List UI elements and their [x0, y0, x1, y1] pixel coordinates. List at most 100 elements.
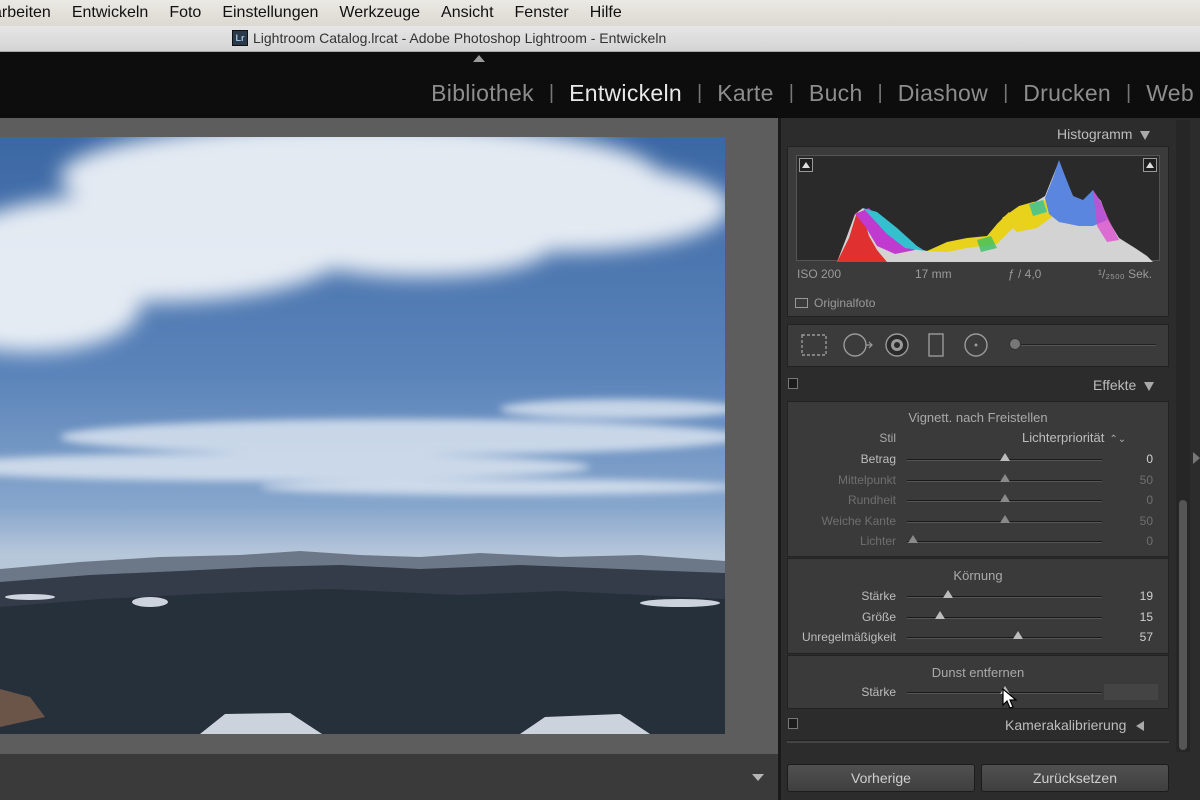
effects-header[interactable]: Effekte — [1093, 377, 1155, 393]
spot-removal-icon[interactable] — [841, 331, 875, 359]
collapse-top-panel-icon[interactable] — [473, 55, 485, 62]
menu-item-einstellungen[interactable]: Einstellungen — [222, 4, 318, 22]
slider-value[interactable]: 0 — [1110, 493, 1153, 507]
slider-thumb[interactable] — [999, 494, 1010, 502]
vignette-style-select[interactable]: Lichterpriorität ⌃⌄ — [1022, 430, 1126, 445]
panel-end-line — [787, 740, 1169, 743]
collapse-triangle-icon[interactable] — [1140, 130, 1151, 140]
exif-iso: ISO 200 — [797, 267, 842, 281]
camera-calibration-switch[interactable] — [788, 718, 798, 729]
slider-label: Stärke — [861, 685, 896, 699]
dehaze-section — [787, 655, 1169, 709]
module-web[interactable]: Web — [1146, 80, 1194, 107]
module-bibliothek[interactable]: Bibliothek — [431, 80, 534, 107]
effects-panel-switch[interactable] — [788, 378, 798, 389]
exif-focal-length: 17 mm — [915, 267, 952, 281]
crop-overlay-icon[interactable] — [800, 333, 828, 357]
slider-value[interactable]: 15 — [1110, 610, 1153, 624]
menu-item-werkzeuge[interactable]: Werkzeuge — [339, 4, 420, 22]
menu-item-bearbeiten[interactable]: arbeiten — [0, 4, 51, 22]
slider-label: Rundheit — [847, 493, 896, 507]
scrollbar-thumb[interactable] — [1179, 500, 1187, 750]
slider-value[interactable]: 0 — [1110, 534, 1153, 548]
brush-slider-knob[interactable] — [1009, 338, 1021, 350]
expand-triangle-icon[interactable] — [1136, 721, 1145, 732]
lightroom-catalog-icon: Lr — [232, 30, 248, 46]
slider-label: Mittelpunkt — [837, 472, 896, 487]
module-entwickeln[interactable]: Entwickeln — [569, 80, 682, 107]
slider-thumb[interactable] — [999, 473, 1010, 482]
select-updown-icon: ⌃⌄ — [1109, 434, 1127, 445]
panel-edge — [778, 118, 781, 800]
slider-label: Größe — [861, 609, 896, 624]
slider-thumb[interactable] — [1013, 631, 1024, 639]
module-separator: | — [1003, 82, 1009, 104]
red-eye-icon[interactable] — [883, 331, 911, 359]
slider-label: Betrag — [860, 452, 896, 466]
toolbar-menu-chevron-down-icon[interactable] — [752, 774, 764, 781]
slider-track[interactable] — [907, 637, 1102, 639]
slider-value[interactable]: 57 — [1110, 630, 1153, 644]
vignette-style-value: Lichterpriorität — [1022, 430, 1105, 445]
window-title: Lightroom Catalog.lrcat - Adobe Photosho… — [253, 30, 667, 46]
previous-button[interactable]: Vorherige — [787, 764, 975, 792]
original-photo-label: Originalfoto — [814, 296, 876, 310]
brush-size-slider[interactable] — [1010, 344, 1156, 346]
camera-calibration-header[interactable]: Kamerakalibrierung — [1005, 717, 1145, 733]
slider-label: Weiche Kante — [821, 513, 897, 528]
collapse-triangle-icon[interactable] — [1144, 381, 1155, 391]
vignette-title: Vignett. nach Freistellen — [908, 410, 1048, 425]
collapse-right-panel-icon[interactable] — [1193, 452, 1200, 464]
module-separator: | — [1126, 82, 1132, 104]
menu-item-foto[interactable]: Foto — [169, 4, 201, 22]
highlight-clipping-toggle-icon[interactable] — [1143, 158, 1157, 172]
original-photo-checkbox-icon[interactable] — [795, 298, 808, 308]
slider-thumb[interactable] — [942, 590, 953, 598]
landscape-photo — [0, 137, 725, 734]
grain-title: Körnung — [953, 568, 1003, 583]
radial-filter-icon[interactable] — [962, 331, 990, 359]
module-separator: | — [877, 82, 883, 104]
slider-thumb[interactable] — [907, 535, 918, 543]
module-picker: Bibliothek | Entwickeln | Karte | Buch |… — [0, 52, 1200, 118]
histogram-header[interactable]: Histogramm — [1057, 126, 1151, 142]
slider-label: Lichter — [859, 534, 896, 548]
shadow-clipping-toggle-icon[interactable] — [799, 158, 813, 172]
histogram-graph — [837, 160, 1153, 262]
slider-label: Stärke — [861, 589, 896, 603]
slider-value[interactable]: 0 — [1110, 452, 1153, 466]
lightroom-window: arbeiten Entwickeln Foto Einstellungen W… — [0, 0, 1200, 800]
slider-track[interactable] — [907, 596, 1102, 598]
original-photo-toggle[interactable]: Originalfoto — [795, 296, 875, 310]
exif-aperture: ƒ / 4,0 — [1008, 267, 1042, 281]
slider-track[interactable] — [907, 541, 1102, 543]
histogram-plot[interactable] — [796, 155, 1160, 262]
slider-value[interactable]: 50 — [1110, 473, 1153, 487]
dehaze-title: Dunst entfernen — [931, 665, 1025, 680]
module-separator: | — [697, 82, 703, 104]
reset-button[interactable]: Zurücksetzen — [981, 764, 1169, 792]
module-separator: | — [788, 82, 794, 104]
dehaze-value-field[interactable] — [1104, 684, 1158, 700]
slider-label: Unregelmäßigkeit — [801, 630, 896, 644]
menu-item-entwickeln[interactable]: Entwickeln — [72, 4, 148, 22]
module-diashow[interactable]: Diashow — [898, 80, 988, 107]
menu-item-hilfe[interactable]: Hilfe — [590, 4, 622, 22]
slider-value[interactable]: 50 — [1110, 514, 1153, 528]
menu-item-fenster[interactable]: Fenster — [515, 4, 569, 22]
photo-preview[interactable] — [0, 137, 725, 734]
module-karte[interactable]: Karte — [717, 80, 773, 107]
slider-thumb[interactable] — [999, 514, 1010, 523]
effects-title: Effekte — [1093, 377, 1137, 393]
mouse-cursor-icon — [1002, 688, 1018, 709]
module-buch[interactable]: Buch — [809, 80, 863, 107]
graduated-filter-icon[interactable] — [926, 331, 946, 359]
slider-thumb[interactable] — [999, 453, 1010, 461]
menu-bar: arbeiten Entwickeln Foto Einstellungen W… — [0, 0, 1200, 26]
camera-calibration-title: Kamerakalibrierung — [1005, 717, 1127, 733]
menu-item-ansicht[interactable]: Ansicht — [441, 4, 493, 22]
slider-thumb[interactable] — [935, 610, 946, 619]
slider-value[interactable]: 19 — [1110, 589, 1153, 603]
vignette-style-label: Stil — [879, 431, 896, 445]
module-drucken[interactable]: Drucken — [1023, 80, 1111, 107]
